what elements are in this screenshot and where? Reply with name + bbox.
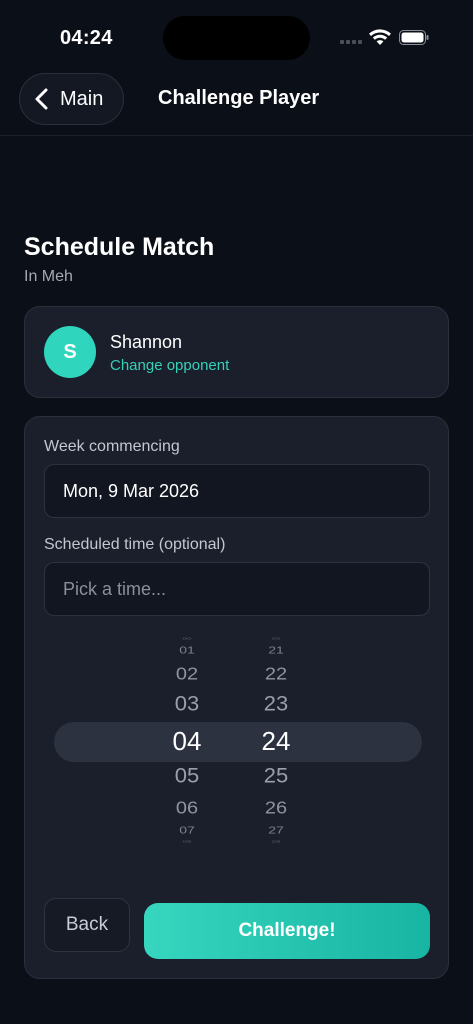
picker-hour-option[interactable]: 05 (157, 765, 217, 786)
nav-header: Main Challenge Player (0, 72, 473, 136)
picker-minute-option[interactable]: 23 (246, 693, 306, 714)
picker-minute-option[interactable]: 20 (246, 637, 306, 641)
page-title: Schedule Match (24, 233, 215, 261)
picker-selection-highlight (54, 722, 422, 762)
opponent-name: Shannon (110, 332, 183, 352)
schedule-form-card: Week commencing Mon, 9 Mar 2026 Schedule… (24, 416, 449, 979)
picker-hour-option[interactable]: 07 (157, 825, 217, 835)
picker-minute-option[interactable]: 26 (246, 799, 306, 817)
status-time: 04:24 (60, 27, 113, 49)
scheduled-time-label: Scheduled time (optional) (44, 536, 226, 553)
picker-minute-option[interactable]: 21 (246, 645, 306, 655)
opponent-card: S Shannon Change opponent (24, 306, 449, 398)
challenge-button[interactable]: Challenge! (144, 903, 430, 959)
picker-hour-option[interactable]: 03 (157, 693, 217, 714)
picker-hour-option[interactable]: 08 (157, 840, 217, 844)
back-to-main-button[interactable]: Main (19, 73, 124, 125)
page-subtitle: In Meh (24, 268, 73, 285)
picker-hour-option[interactable]: 01 (157, 645, 217, 655)
time-picker-wheel[interactable]: 00 01 02 03 04 05 06 07 08 20 21 22 23 24 25 26 27 28 (25, 635, 450, 845)
picker-minute-option[interactable]: 25 (246, 765, 306, 786)
opponent-avatar: S (44, 326, 96, 378)
chevron-left-icon (35, 88, 48, 110)
scheduled-time-input[interactable]: Pick a time... (44, 562, 430, 616)
battery-icon (399, 30, 429, 45)
picker-minute-option[interactable]: 22 (246, 665, 306, 683)
back-button[interactable]: Back (44, 898, 130, 952)
picker-hour-option[interactable]: 06 (157, 799, 217, 817)
wifi-icon (369, 29, 391, 45)
dynamic-island (163, 16, 310, 60)
picker-minute-option[interactable]: 27 (246, 825, 306, 835)
nav-title: Challenge Player (158, 87, 320, 109)
back-button-label: Main (60, 87, 104, 110)
picker-hour-option[interactable]: 02 (157, 665, 217, 683)
picker-minute-option[interactable]: 24 (246, 728, 306, 754)
cellular-signal-icon (340, 40, 362, 44)
picker-minute-option[interactable]: 28 (246, 840, 306, 844)
status-bar: 04:24 (0, 0, 473, 76)
week-commencing-label: Week commencing (44, 438, 180, 455)
picker-hour-option[interactable]: 04 (157, 728, 217, 754)
week-commencing-field[interactable]: Mon, 9 Mar 2026 (44, 464, 430, 518)
change-opponent-link[interactable]: Change opponent (110, 357, 229, 374)
picker-hour-option[interactable]: 00 (157, 637, 217, 641)
